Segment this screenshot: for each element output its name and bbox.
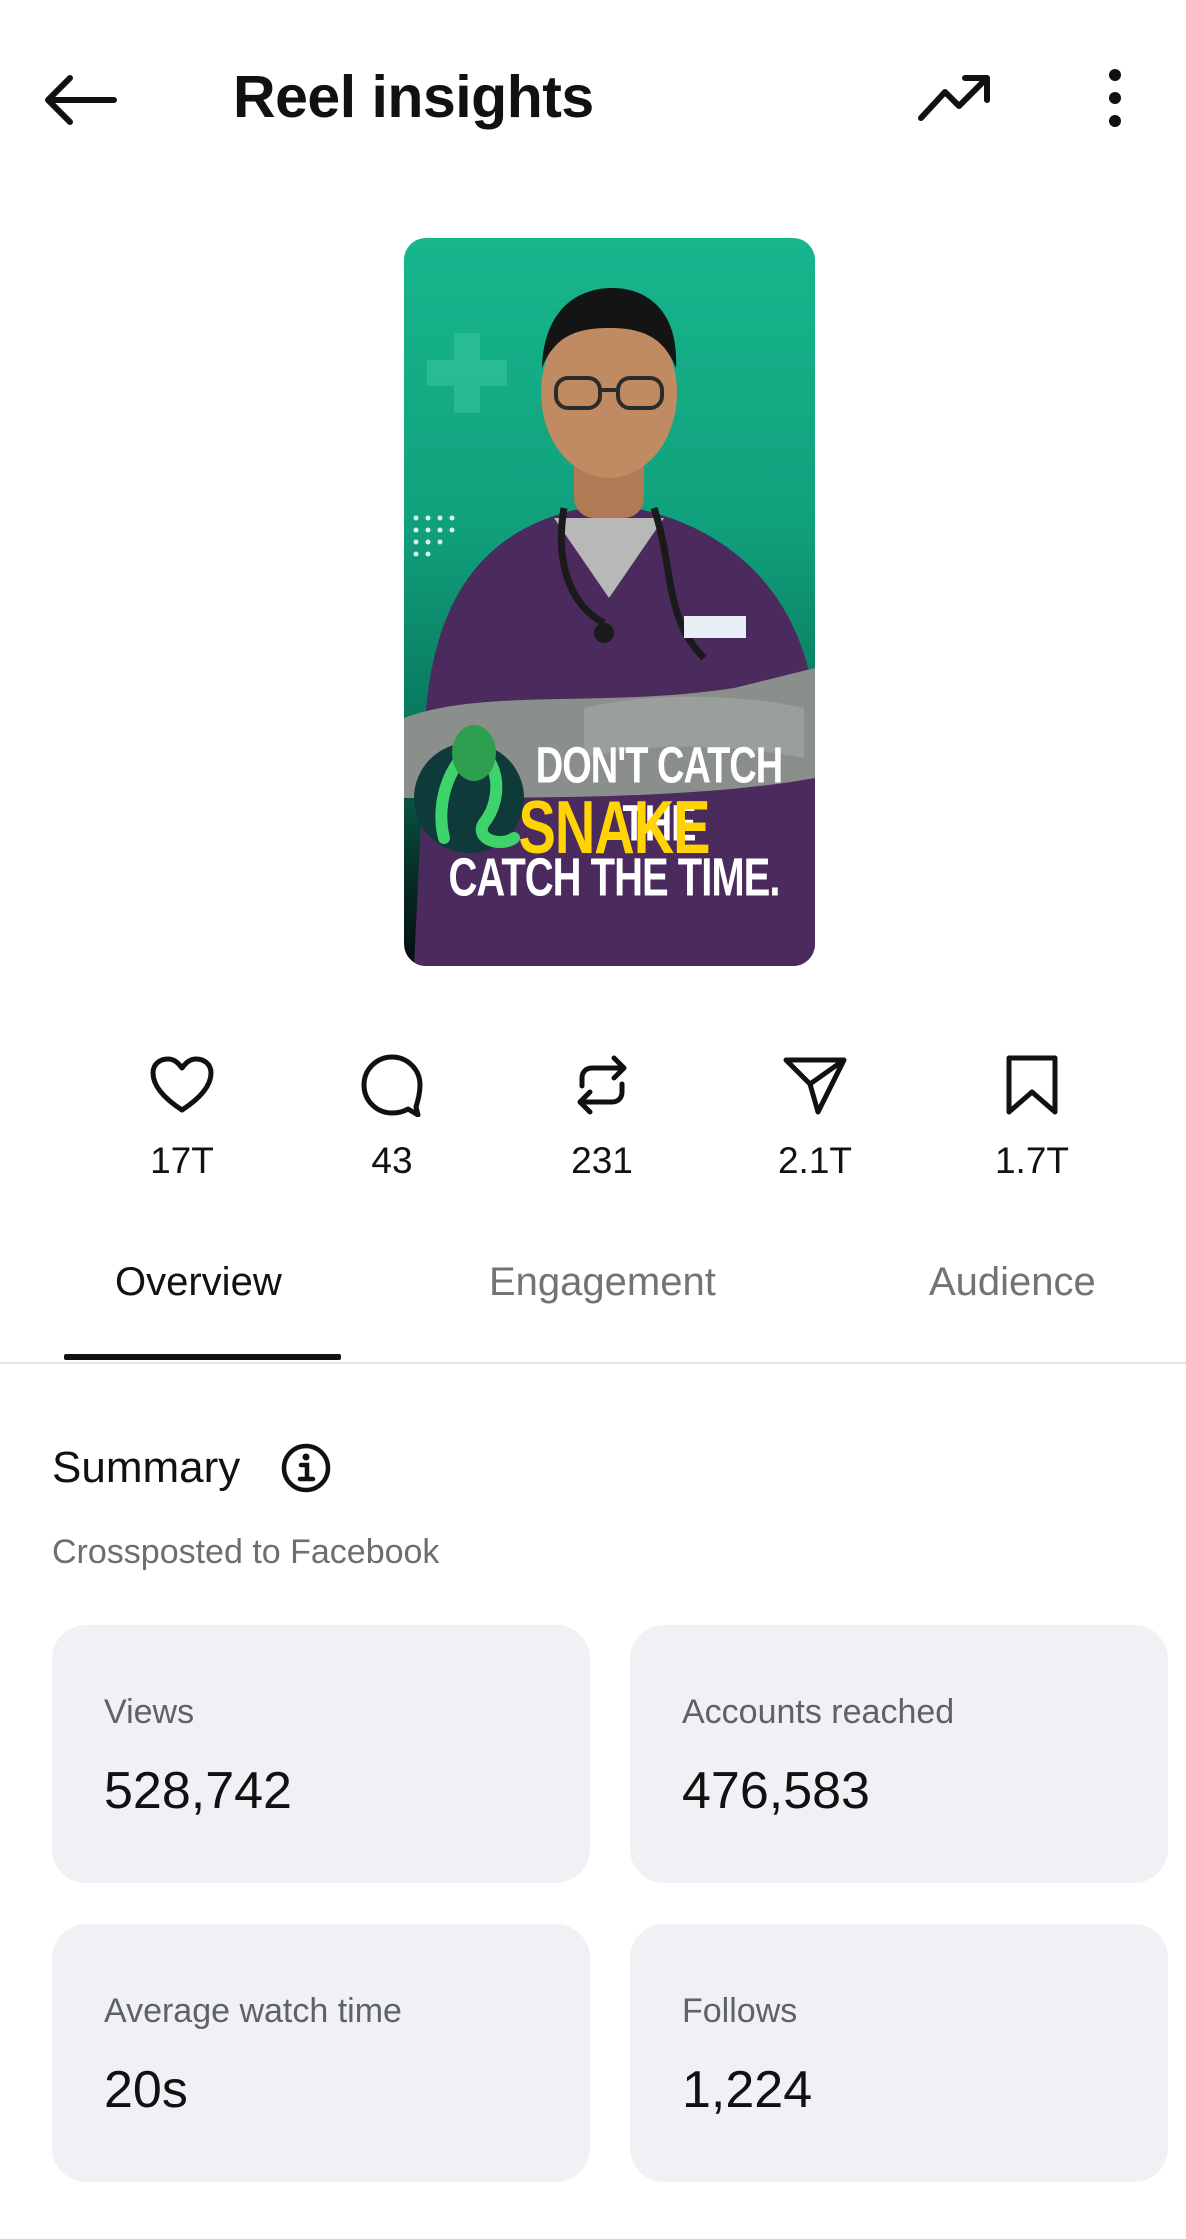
stat-shares[interactable]: 2.1T	[740, 1050, 890, 1182]
repost-icon	[567, 1050, 637, 1120]
metric-card-views[interactable]: Views 528,742	[52, 1625, 590, 1883]
metric-value: 20s	[104, 2061, 188, 2119]
crossposted-note: Crossposted to Facebook	[52, 1533, 440, 1571]
metric-label: Accounts reached	[682, 1693, 955, 1731]
back-button[interactable]	[40, 55, 140, 145]
stat-reposts[interactable]: 231	[527, 1050, 677, 1182]
more-vertical-icon	[1109, 69, 1121, 127]
metric-label: Follows	[682, 1992, 798, 2030]
page-title: Reel insights	[233, 64, 594, 130]
more-options-button[interactable]	[1090, 62, 1140, 136]
tab-audience[interactable]: Audience	[929, 1260, 1096, 1305]
saves-count: 1.7T	[994, 1140, 1070, 1181]
arrow-left-icon	[45, 75, 117, 125]
reel-caption-line3: CATCH THE TIME.	[448, 848, 781, 908]
info-icon	[281, 1443, 331, 1493]
metric-label: Views	[104, 1693, 195, 1731]
active-tab-indicator	[64, 1354, 341, 1360]
summary-title: Summary	[52, 1443, 241, 1492]
reposts-count: 231	[571, 1140, 633, 1181]
heart-icon	[147, 1050, 217, 1120]
metric-card-average-watch-time[interactable]: Average watch time 20s	[52, 1924, 590, 2182]
bookmark-icon	[997, 1050, 1067, 1120]
metric-value: 528,742	[104, 1762, 292, 1820]
trend-button[interactable]	[915, 62, 1005, 136]
comment-icon	[357, 1050, 427, 1120]
comments-count: 43	[371, 1140, 413, 1181]
shares-count: 2.1T	[777, 1140, 853, 1181]
stat-comments[interactable]: 43	[317, 1050, 467, 1182]
stat-likes[interactable]: 17T	[107, 1050, 257, 1182]
metric-value: 476,583	[682, 1762, 870, 1820]
metric-label: Average watch time	[104, 1992, 402, 2030]
likes-count: 17T	[150, 1140, 214, 1181]
metric-card-accounts-reached[interactable]: Accounts reached 476,583	[630, 1625, 1168, 1883]
tab-divider	[0, 1362, 1186, 1364]
trending-up-icon	[918, 75, 990, 121]
metric-card-follows[interactable]: Follows 1,224	[630, 1924, 1168, 2182]
stat-saves[interactable]: 1.7T	[957, 1050, 1107, 1182]
tab-overview[interactable]: Overview	[115, 1260, 282, 1305]
metric-value: 1,224	[682, 2061, 813, 2119]
tab-engagement[interactable]: Engagement	[489, 1260, 716, 1305]
send-icon	[780, 1050, 850, 1120]
reel-thumbnail[interactable]: DON'T CATCH THE SNAKE CATCH THE TIME.	[404, 238, 815, 966]
summary-info-button[interactable]	[280, 1442, 332, 1494]
